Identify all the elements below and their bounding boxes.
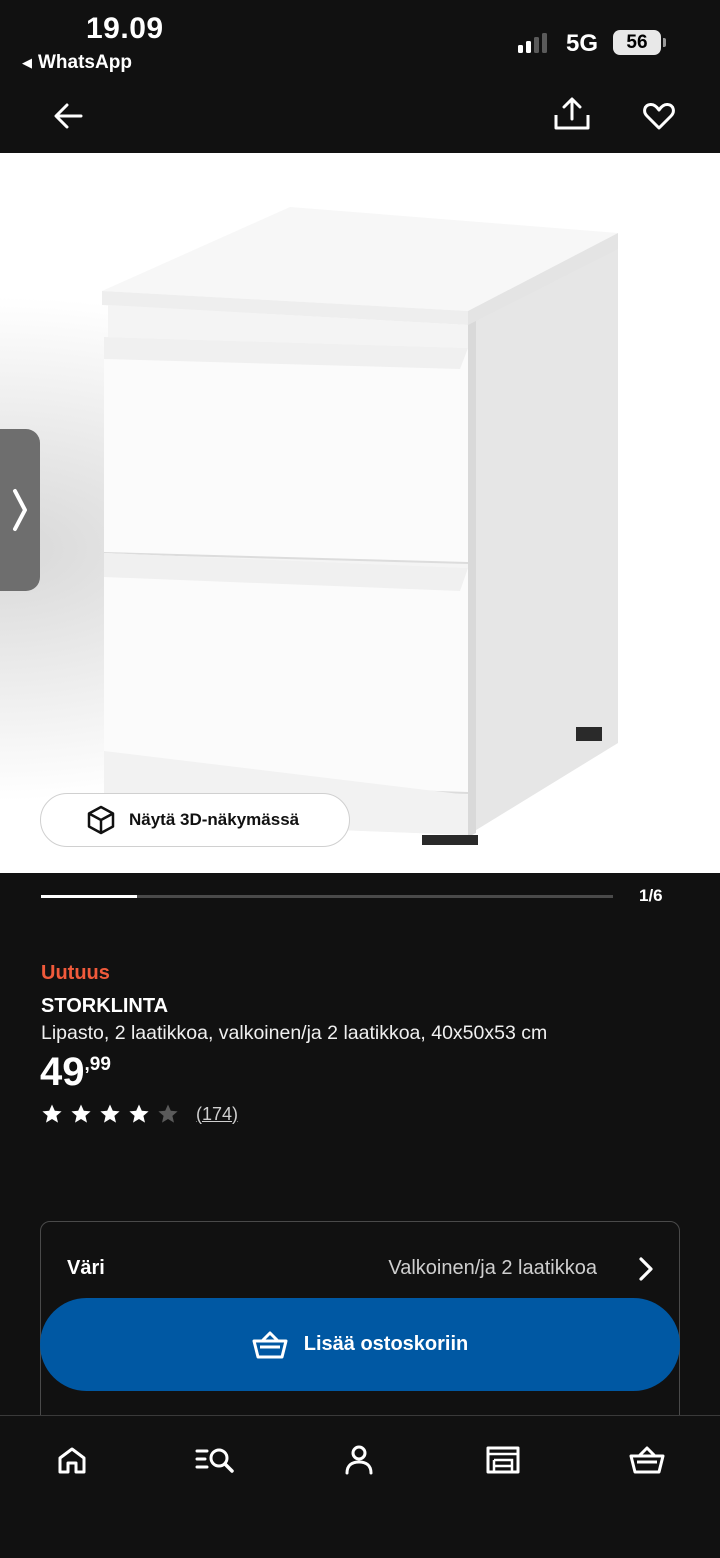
back-app-label: WhatsApp <box>38 52 132 73</box>
profile-icon <box>345 1445 373 1475</box>
add-to-cart-label: Lisää ostoskoriin <box>303 1333 469 1355</box>
star-filled-icon <box>129 1104 149 1123</box>
store-icon <box>486 1446 520 1474</box>
star-filled-icon <box>42 1104 62 1123</box>
home-icon <box>58 1447 86 1474</box>
gallery-progress-bar <box>41 895 613 898</box>
status-bar: 19.09 ◀ WhatsApp 5G 56 <box>0 0 720 80</box>
gallery-progress-fill <box>41 895 137 898</box>
nav-cart-button[interactable] <box>617 1438 677 1482</box>
new-badge: Uutuus <box>41 962 110 984</box>
view-3d-label: Näytä 3D-näkymässä <box>129 810 300 829</box>
star-filled-icon <box>100 1104 120 1123</box>
nav-home-button[interactable] <box>42 1438 102 1482</box>
back-button[interactable] <box>46 94 90 138</box>
price-whole: 49 <box>40 1050 85 1094</box>
star-empty-icon <box>158 1104 178 1123</box>
gallery-prev-button[interactable] <box>0 429 40 591</box>
product-image-gallery[interactable]: Näytä 3D-näkymässä <box>0 153 720 873</box>
color-option-value[interactable]: Valkoinen/ja 2 laatikkoa <box>388 1257 597 1280</box>
product-price: 49, 99 <box>40 1050 111 1095</box>
battery-icon: 56 <box>613 30 661 55</box>
arrow-left-icon <box>54 103 83 129</box>
product-name: STORKLINTA <box>41 995 169 1017</box>
favorite-button[interactable] <box>637 94 681 138</box>
cart-icon <box>629 1446 665 1474</box>
status-time: 19.09 <box>86 12 164 45</box>
gallery-counter: 1/6 <box>639 886 663 905</box>
share-button[interactable] <box>550 92 594 136</box>
share-icon <box>554 97 590 130</box>
nav-store-button[interactable] <box>473 1438 533 1482</box>
network-label: 5G <box>566 30 599 57</box>
nav-profile-button[interactable] <box>329 1438 389 1482</box>
add-to-cart-button[interactable]: Lisää ostoskoriin <box>40 1298 680 1391</box>
product-description: Lipasto, 2 laatikkoa, valkoinen/ja 2 laa… <box>41 1022 548 1044</box>
back-triangle-icon: ◀ <box>22 55 32 70</box>
product-image <box>102 207 618 845</box>
battery-cap <box>663 38 666 47</box>
bottom-nav <box>0 1415 720 1558</box>
top-nav <box>0 80 720 153</box>
price-cents: 99 <box>89 1054 111 1075</box>
color-option-label[interactable]: Väri <box>67 1257 105 1280</box>
star-filled-icon <box>71 1104 91 1123</box>
back-to-app-link[interactable]: ◀ WhatsApp <box>22 52 132 74</box>
cube-icon <box>87 805 115 835</box>
chevron-right-icon <box>13 489 27 531</box>
review-count-link[interactable]: (174) <box>196 1104 238 1125</box>
chevron-right-icon[interactable] <box>634 1255 658 1283</box>
nav-search-button[interactable] <box>185 1438 245 1482</box>
signal-icon <box>518 33 547 53</box>
rating-stars[interactable]: (174) <box>41 1103 238 1125</box>
heart-icon <box>643 102 675 130</box>
view-3d-button[interactable]: Näytä 3D-näkymässä <box>40 793 350 847</box>
cart-icon <box>252 1331 288 1358</box>
search-icon <box>195 1448 234 1473</box>
